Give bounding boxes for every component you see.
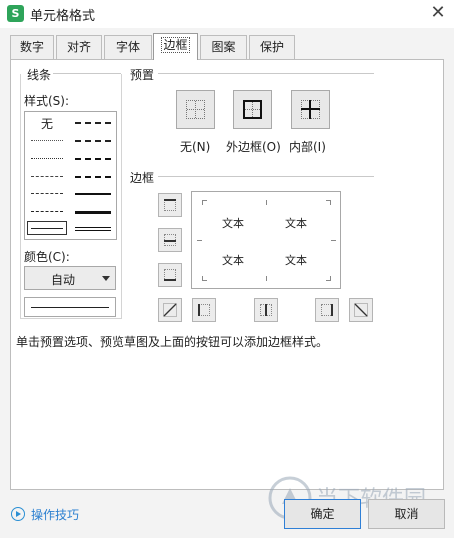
corner-tick — [266, 200, 267, 205]
border-top-button[interactable] — [158, 193, 182, 217]
solid-line — [301, 108, 320, 110]
preset-outline-button[interactable] — [233, 90, 272, 129]
border-preview[interactable]: 文本 文本 文本 文本 — [191, 191, 341, 289]
line-style-selected[interactable] — [27, 221, 67, 235]
tab-label: 字体 — [115, 40, 140, 54]
border-group-title: 边框 — [130, 171, 155, 185]
ok-button[interactable]: 确定 — [284, 499, 361, 529]
border-diagonal-up-button[interactable] — [158, 298, 182, 322]
preset-inside-icon — [301, 100, 320, 119]
corner-tick — [202, 280, 207, 281]
border-inside-horizontal-button[interactable] — [158, 228, 182, 252]
tab-font[interactable]: 字体 — [104, 35, 152, 59]
tab-label: 图案 — [211, 40, 236, 54]
group-divider — [158, 176, 374, 177]
window-title: 单元格格式 — [30, 9, 96, 24]
preview-cell-text: 文本 — [222, 217, 244, 230]
line-group-title: 线条 — [27, 68, 52, 82]
solid-line — [164, 240, 176, 242]
group-divider — [158, 73, 374, 74]
tab-label: 对齐 — [66, 40, 91, 54]
line-style-dashed[interactable] — [31, 211, 63, 212]
border-left-icon — [198, 304, 210, 316]
border-bottom-button[interactable] — [158, 263, 182, 287]
hint-text: 单击预置选项、预览草图及上面的按钮可以添加边框样式。 — [16, 335, 329, 349]
line-style-thin — [31, 228, 63, 229]
line-style-medium-dash-dot-dot[interactable] — [75, 122, 111, 124]
tips-link[interactable]: 操作技巧 — [31, 506, 79, 523]
cancel-button[interactable]: 取消 — [368, 499, 445, 529]
tab-label: 保护 — [259, 40, 284, 54]
solid-line — [331, 304, 333, 316]
line-style-medium-dash-dot[interactable] — [75, 158, 111, 160]
diagonal-up-icon — [163, 303, 177, 317]
line-style-slanted-dash-dot[interactable] — [75, 140, 111, 142]
diagonal-down-icon — [354, 303, 368, 317]
line-style-dotted[interactable] — [31, 158, 63, 159]
preset-group-title: 预置 — [130, 68, 155, 82]
color-dropdown[interactable]: 自动 — [24, 266, 116, 290]
border-inside-vertical-button[interactable] — [254, 298, 278, 322]
app-icon: S — [7, 5, 24, 22]
line-style-double[interactable] — [75, 227, 111, 231]
solid-line — [198, 304, 200, 316]
play-icon[interactable] — [11, 507, 25, 521]
corner-tick — [202, 200, 207, 201]
preview-cell-text: 文本 — [285, 254, 307, 267]
line-style-medium[interactable] — [75, 193, 111, 195]
line-style-thick[interactable] — [75, 211, 111, 214]
tab-protection[interactable]: 保护 — [249, 35, 295, 59]
line-style-dash-dot[interactable] — [31, 193, 63, 194]
group-divider — [53, 73, 121, 74]
tab-number[interactable]: 数字 — [10, 35, 54, 59]
border-inside-horizontal-icon — [164, 234, 176, 246]
preset-none-label: 无(N) — [180, 140, 211, 154]
solid-line — [164, 279, 176, 281]
preset-none-button[interactable] — [176, 90, 215, 129]
border-bottom-icon — [164, 269, 176, 281]
preview-cell-text: 文本 — [285, 217, 307, 230]
line-preview — [24, 297, 116, 317]
border-right-button[interactable] — [315, 298, 339, 322]
border-right-icon — [321, 304, 333, 316]
line-style-hairline-dots[interactable] — [31, 140, 63, 141]
line-style-dash-dot-dot[interactable] — [31, 176, 63, 177]
tab-alignment[interactable]: 对齐 — [56, 35, 102, 59]
preview-cell-text: 文本 — [222, 254, 244, 267]
group-divider — [20, 318, 122, 319]
line-style-list[interactable]: 无 — [24, 111, 117, 240]
corner-tick — [197, 240, 202, 241]
preset-inside-label: 内部(I) — [289, 140, 326, 154]
close-icon[interactable]: ✕ — [426, 2, 450, 24]
style-label: 样式(S): — [24, 94, 70, 108]
color-value: 自动 — [50, 273, 75, 287]
corner-tick — [326, 280, 331, 281]
preset-inside-button[interactable] — [291, 90, 330, 129]
dotted-line — [245, 109, 260, 110]
border-diagonal-down-button[interactable] — [349, 298, 373, 322]
dotted-line — [187, 109, 204, 110]
line-style-none[interactable]: 无 — [41, 115, 53, 132]
tab-border[interactable]: 边框 — [153, 33, 198, 60]
preset-outline-label: 外边框(O) — [226, 140, 281, 154]
group-divider — [121, 74, 122, 318]
chevron-down-icon — [102, 276, 110, 281]
border-top-icon — [164, 199, 176, 211]
line-style-medium-dashed[interactable] — [75, 176, 111, 178]
solid-line — [265, 304, 267, 316]
corner-tick — [266, 276, 267, 281]
preset-none-icon — [186, 100, 205, 119]
group-divider — [20, 74, 21, 318]
line-preview-stroke — [31, 307, 109, 308]
tab-label: 边框 — [161, 37, 190, 53]
corner-tick — [331, 240, 336, 241]
color-label: 颜色(C): — [24, 250, 70, 264]
corner-tick — [326, 200, 331, 201]
border-left-button[interactable] — [192, 298, 216, 322]
tab-label: 数字 — [19, 40, 44, 54]
solid-line — [164, 199, 176, 201]
preset-outline-icon — [243, 100, 262, 119]
border-inside-vertical-icon — [260, 304, 272, 316]
tab-pattern[interactable]: 图案 — [200, 35, 247, 59]
